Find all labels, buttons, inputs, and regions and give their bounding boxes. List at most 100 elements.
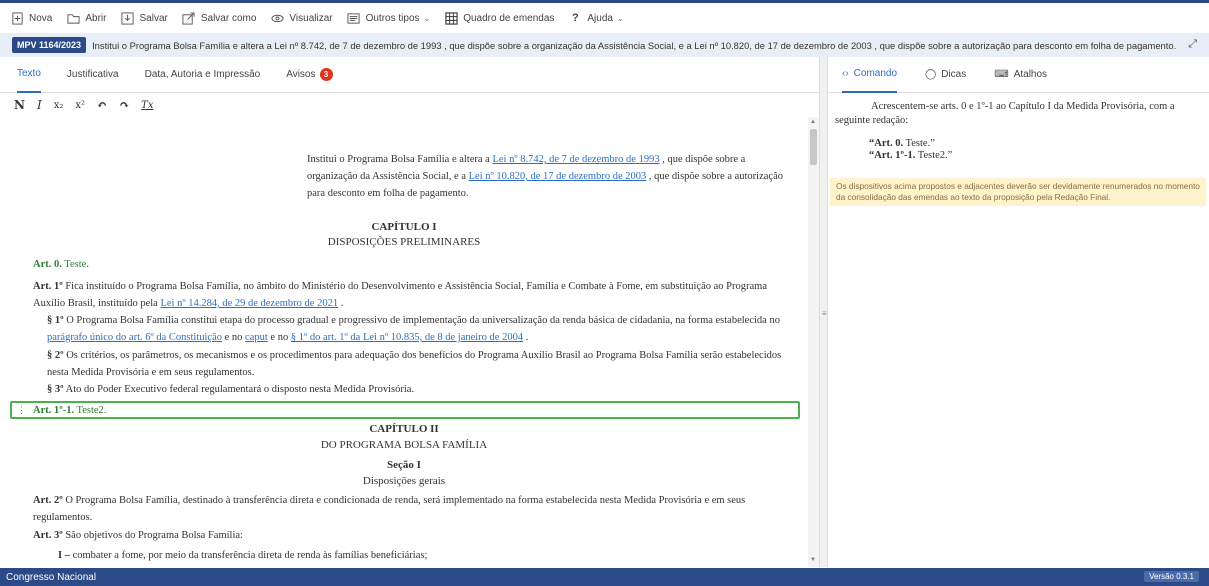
new-label: Nova xyxy=(29,12,53,24)
par-1-mid-1: e no xyxy=(222,332,246,343)
scroll-down-icon[interactable]: ▼ xyxy=(810,557,816,563)
art-1-par-3: § 3º Ato do Poder Executivo federal regu… xyxy=(47,381,793,398)
par-1-end: . xyxy=(523,332,529,343)
save-button[interactable]: Salvar xyxy=(120,11,168,25)
art-1-1[interactable]: Art. 1º-1. Teste2. xyxy=(33,402,793,419)
comando-quote-line-1: “Art. 0. Teste.” xyxy=(869,138,1203,150)
art-2-text: O Programa Bolsa Família, destinado à tr… xyxy=(33,495,746,523)
side-panel-tabs: ‹› Comando ◯ Dicas ⌨ Atalhos xyxy=(828,57,1209,93)
tab-dicas[interactable]: ◯ Dicas xyxy=(925,57,966,93)
art-2-label: Art. 2º xyxy=(33,495,63,506)
art-1-par-2: § 2º Os critérios, os parâmetros, os mec… xyxy=(47,347,793,381)
document-icon xyxy=(347,11,361,25)
scroll-up-icon[interactable]: ▲ xyxy=(810,119,816,125)
art-3: Art. 3º São objetivos do Programa Bolsa … xyxy=(33,527,793,544)
tab-justificativa[interactable]: Justificativa xyxy=(67,57,119,93)
new-document-icon xyxy=(10,11,24,25)
lightbulb-icon: ◯ xyxy=(925,69,937,80)
undo-button[interactable]: ↶ xyxy=(97,98,107,112)
bold-button[interactable]: N xyxy=(14,98,25,112)
chapter-1-subtitle: DISPOSIÇÕES PRELIMINARES xyxy=(327,236,481,248)
chevron-down-icon: ⌄ xyxy=(423,13,431,23)
tab-dicas-label: Dicas xyxy=(941,69,967,80)
status-bar: Congresso Nacional Versão 0.3.1 xyxy=(0,568,1209,586)
art-1-1-label: Art. 1º-1. xyxy=(33,405,75,416)
folder-icon xyxy=(66,11,80,25)
renumbering-notice: Os dispositivos acima propostos e adjace… xyxy=(830,178,1206,206)
tab-avisos-label: Avisos xyxy=(286,69,316,80)
scrollbar-thumb[interactable] xyxy=(810,129,817,165)
quote-2-label: “Art. 1º-1. xyxy=(869,150,916,161)
proposition-ementa: Institui o Programa Bolsa Família e alte… xyxy=(92,39,1177,51)
section-1-title: Seção I xyxy=(387,459,421,471)
ementa-text-a: Institui o Programa Bolsa Família e alte… xyxy=(307,154,493,165)
format-toolbar: N I x₂ x² ↶ ↷ Tx xyxy=(0,93,819,117)
chevron-down-icon: ⌄ xyxy=(616,13,624,23)
help-dropdown[interactable]: ? Ajuda ⌄ xyxy=(568,11,624,25)
table-icon xyxy=(444,11,458,25)
preview-button[interactable]: Visualizar xyxy=(270,11,333,25)
panel-splitter[interactable]: ≡ xyxy=(819,57,828,567)
tab-avisos[interactable]: Avisos 3 xyxy=(286,57,333,93)
document-scrollbar[interactable]: ▲ ▼ xyxy=(808,117,819,567)
art-0-label: Art. 0. xyxy=(33,259,62,270)
tab-comando[interactable]: ‹› Comando xyxy=(842,57,898,93)
keyboard-icon: ⌨ xyxy=(994,69,1009,80)
quote-1-label: “Art. 0. xyxy=(869,138,904,149)
new-button[interactable]: Nova xyxy=(10,11,52,25)
splitter-grip-icon[interactable]: ≡ xyxy=(822,309,827,318)
italic-button[interactable]: I xyxy=(37,98,42,112)
ementa-link-lei-8742[interactable]: Lei nº 8.742, de 7 de dezembro de 1993 xyxy=(492,154,659,165)
par-1-link-lei-10835[interactable]: § 1º do art. 1º da Lei nº 10.835, de 8 d… xyxy=(291,332,523,343)
main-toolbar: Nova Abrir Salvar Salvar como Visualizar… xyxy=(0,0,1209,33)
art-2: Art. 2º O Programa Bolsa Família, destin… xyxy=(33,492,793,526)
proposition-badge: MPV 1164/2023 xyxy=(12,37,87,53)
version-badge: Versão 0.3.1 xyxy=(1144,571,1199,582)
art-1-label: Art. 1º xyxy=(33,281,63,292)
document-editor[interactable]: Institui o Programa Bolsa Família e alte… xyxy=(0,117,808,567)
ementa-link-lei-10820[interactable]: Lei nº 10.820, de 17 de dezembro de 2003 xyxy=(469,171,647,182)
preview-label: Visualizar xyxy=(289,12,333,24)
chapter-2-title: CAPÍTULO II xyxy=(369,423,439,435)
subscript-button[interactable]: x₂ xyxy=(54,100,64,111)
art-1: Art. 1º Fica instituído o Programa Bolsa… xyxy=(33,278,793,312)
editor-tabs: Texto Justificativa Data, Autoria e Impr… xyxy=(0,57,819,93)
tab-atalhos[interactable]: ⌨ Atalhos xyxy=(994,57,1047,93)
code-icon: ‹› xyxy=(842,68,849,79)
tab-data-autoria[interactable]: Data, Autoria e Impressão xyxy=(145,57,261,93)
chapter-2-subtitle: DO PROGRAMA BOLSA FAMÍLIA xyxy=(320,439,488,451)
save-as-icon xyxy=(182,11,196,25)
tab-atalhos-label: Atalhos xyxy=(1013,69,1048,80)
inc-1-label: I – xyxy=(58,550,70,561)
save-as-button[interactable]: Salvar como xyxy=(182,11,257,25)
quote-1-text: Teste.” xyxy=(903,138,935,149)
quote-2-text: Teste2.” xyxy=(915,150,953,161)
par-1-text: O Programa Bolsa Família constitui etapa… xyxy=(63,315,780,326)
amendments-board-label: Quadro de emendas xyxy=(463,12,555,24)
other-types-dropdown[interactable]: Outros tipos ⌄ xyxy=(347,11,431,25)
art-1-1-text: Teste2. xyxy=(74,405,107,416)
drag-handle-icon[interactable]: ⋮ xyxy=(17,405,26,416)
superscript-button[interactable]: x² xyxy=(75,100,85,111)
par-1-link-constituicao[interactable]: parágrafo único do art. 6º da Constituiç… xyxy=(47,332,222,343)
save-label: Salvar xyxy=(139,12,168,24)
save-icon xyxy=(120,11,134,25)
amendments-board-button[interactable]: Quadro de emendas xyxy=(444,11,554,25)
tab-texto[interactable]: Texto xyxy=(17,57,41,93)
help-label: Ajuda xyxy=(587,12,613,24)
par-1-link-caput[interactable]: caput xyxy=(245,332,268,343)
eye-icon xyxy=(270,11,284,25)
par-3-text: Ato do Poder Executivo federal regulamen… xyxy=(63,384,415,395)
comando-quote-line-2: “Art. 1º-1. Teste2.” xyxy=(869,150,1203,162)
expand-icon[interactable]: ⤢ xyxy=(1188,38,1197,51)
redo-button[interactable]: ↷ xyxy=(119,98,129,112)
comando-panel: Acrescentem-se arts. 0 e 1º-1 ao Capítul… xyxy=(835,100,1203,162)
clear-format-button[interactable]: Tx xyxy=(141,100,153,111)
open-button[interactable]: Abrir xyxy=(66,11,106,25)
art-1-link-lei-14284[interactable]: Lei nº 14.284, de 29 de dezembro de 2021 xyxy=(160,298,338,309)
save-as-label: Salvar como xyxy=(200,12,257,24)
comando-quote: “Art. 0. Teste.” “Art. 1º-1. Teste2.” xyxy=(869,138,1203,162)
open-label: Abrir xyxy=(85,12,107,24)
art-1-par-1: § 1º O Programa Bolsa Família constitui … xyxy=(47,312,793,346)
art-1-text: Fica instituído o Programa Bolsa Família… xyxy=(33,281,767,309)
